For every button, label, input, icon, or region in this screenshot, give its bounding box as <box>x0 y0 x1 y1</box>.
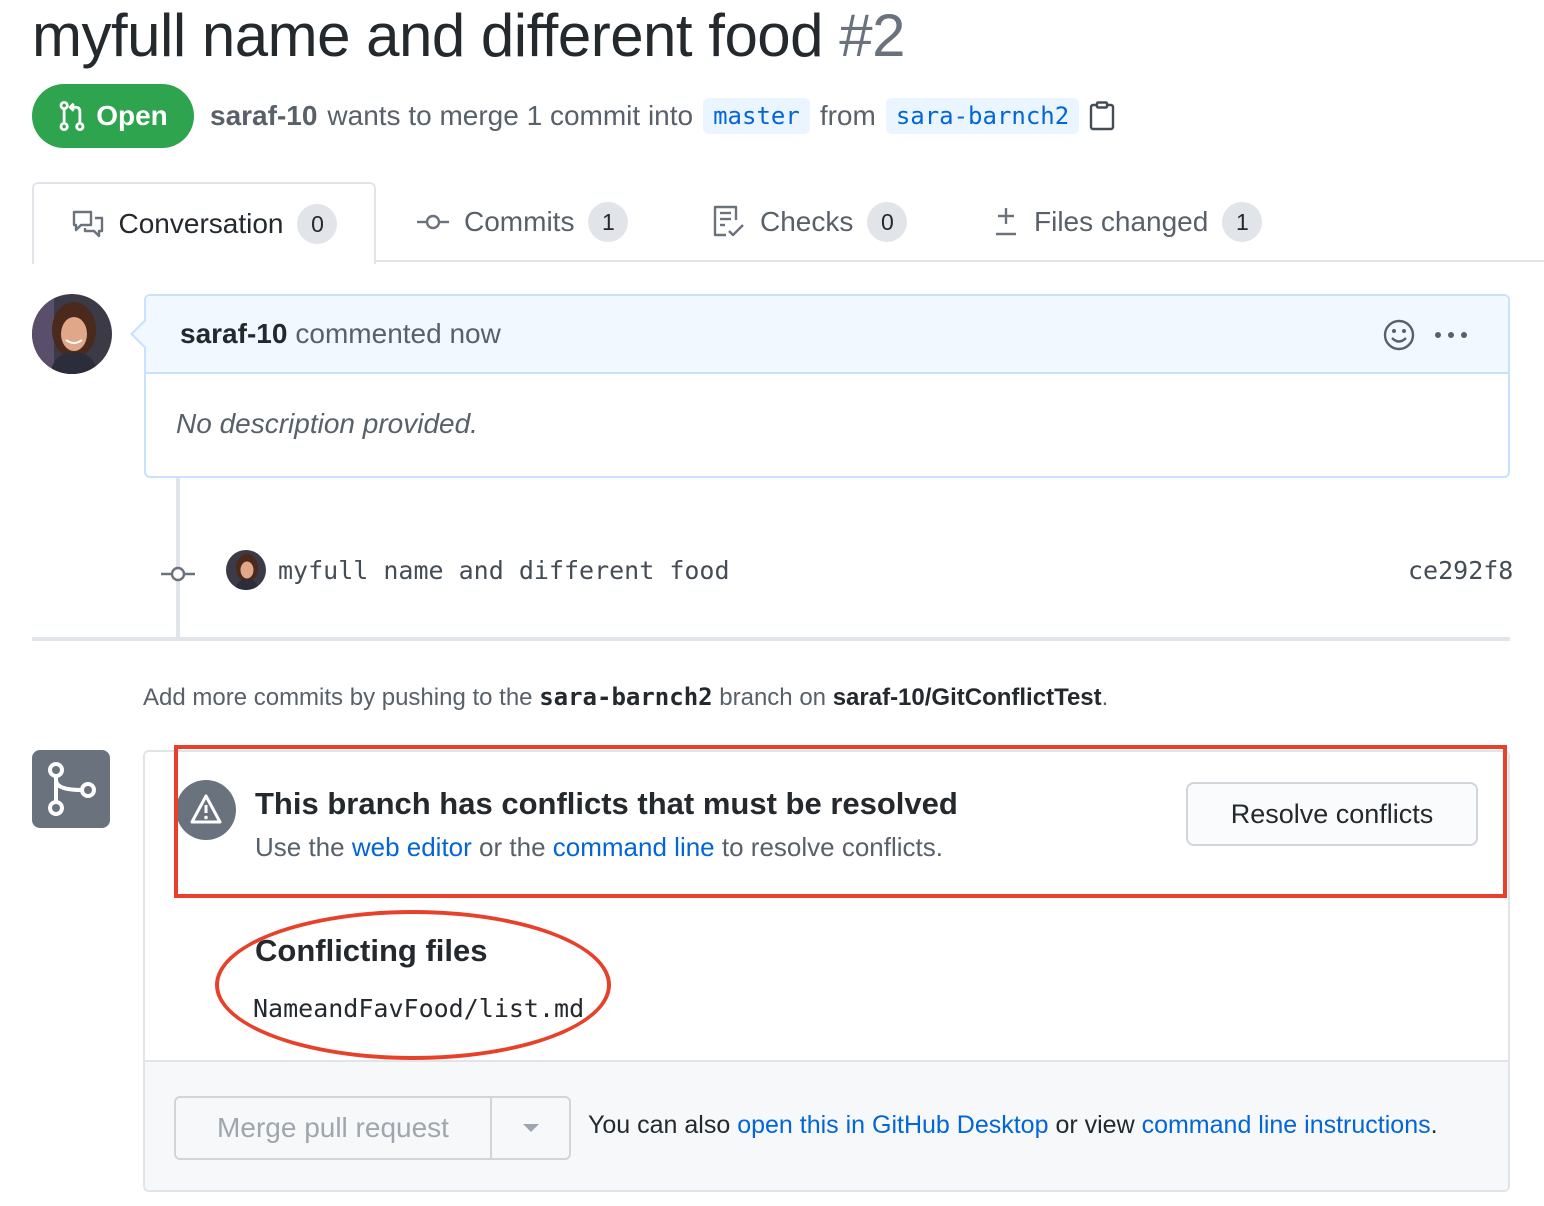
annotation-red-ellipse <box>215 910 611 1060</box>
comment-caret-inner <box>133 320 147 348</box>
alt-prefix: You can also <box>588 1111 731 1139</box>
merge-button-group: Merge pull request <box>174 1096 571 1160</box>
commit-message-link[interactable]: myfull name and different food <box>278 556 730 585</box>
git-commit-icon <box>161 566 195 582</box>
tab-counter: 0 <box>867 202 908 242</box>
pr-title: myfull name and different food #2 <box>32 0 905 72</box>
merge-pull-request-button[interactable]: Merge pull request <box>176 1098 492 1158</box>
tab-label: Conversation <box>118 208 284 239</box>
comment-header: saraf-10 commented now <box>146 296 1508 374</box>
checklist-icon <box>713 205 744 237</box>
diff-icon <box>996 208 1016 236</box>
pr-title-text: myfull name and different food <box>32 2 824 69</box>
comment-action[interactable]: commented now <box>295 318 500 350</box>
timeline-line <box>176 478 180 640</box>
pr-meta: saraf-10 wants to merge 1 commit into ma… <box>210 95 1115 137</box>
timeline-divider <box>32 637 1510 641</box>
from-text: from <box>819 100 876 131</box>
git-commit-icon <box>417 214 449 230</box>
comment-body: No description provided. <box>176 408 478 439</box>
annotation-red-rectangle <box>174 745 1507 898</box>
author-avatar[interactable] <box>32 294 112 374</box>
github-desktop-link[interactable]: open this in GitHub Desktop <box>737 1111 1048 1139</box>
merge-alternatives: You can also open this in GitHub Desktop… <box>588 1111 1438 1140</box>
triangle-down-icon <box>522 1124 539 1132</box>
commit-sha-link[interactable]: ce292f8 <box>1408 556 1513 585</box>
alt-suffix: . <box>1430 1111 1438 1139</box>
tab-conversation[interactable]: Conversation 0 <box>32 182 376 264</box>
tab-counter: 0 <box>297 204 338 244</box>
hint-prefix: Add more commits by pushing to the <box>143 684 533 711</box>
avatar-photo <box>32 294 112 374</box>
tab-counter: 1 <box>588 202 629 242</box>
hint-suffix: . <box>1101 684 1109 711</box>
tab-label: Checks <box>760 206 854 237</box>
commit-avatar[interactable] <box>226 550 266 590</box>
pr-author-link[interactable]: saraf-10 <box>210 100 317 132</box>
avatar-photo <box>226 550 266 590</box>
comment-discussion-icon <box>72 210 103 238</box>
smiley-icon[interactable] <box>1382 318 1416 352</box>
head-branch[interactable]: sara-barnch2 <box>885 98 1080 134</box>
base-branch[interactable]: master <box>703 98 810 134</box>
state-badge-open: Open <box>32 84 194 148</box>
push-hint: Add more commits by pushing to the sara-… <box>143 683 1108 712</box>
tab-counter: 1 <box>1222 202 1263 242</box>
tab-label: Commits <box>464 206 575 237</box>
hint-middle: branch on <box>719 684 827 711</box>
hint-repo: saraf-10/GitConflictTest <box>832 684 1102 711</box>
tab-checks[interactable]: Checks 0 <box>712 182 908 262</box>
comment-box: saraf-10 commented now No description pr… <box>144 294 1510 478</box>
clipboard-icon[interactable] <box>1089 101 1115 131</box>
git-branch-icon <box>32 750 110 828</box>
kebab-horizontal-icon[interactable] <box>1434 330 1468 340</box>
tab-label: Files changed <box>1034 206 1209 237</box>
state-label: Open <box>96 100 168 131</box>
alt-middle: or view <box>1055 1111 1135 1139</box>
hint-branch: sara-barnch2 <box>539 683 713 711</box>
tab-files-changed[interactable]: Files changed 1 <box>992 182 1263 262</box>
command-line-instructions-link[interactable]: command line instructions <box>1142 1111 1431 1139</box>
tab-commits[interactable]: Commits 1 <box>416 182 629 262</box>
merge-options-dropdown[interactable] <box>492 1098 569 1158</box>
git-pull-request-icon <box>59 100 85 132</box>
pr-number: #2 <box>839 2 905 69</box>
comment-author[interactable]: saraf-10 <box>180 318 287 350</box>
merge-text: wants to merge 1 commit into <box>327 100 694 131</box>
